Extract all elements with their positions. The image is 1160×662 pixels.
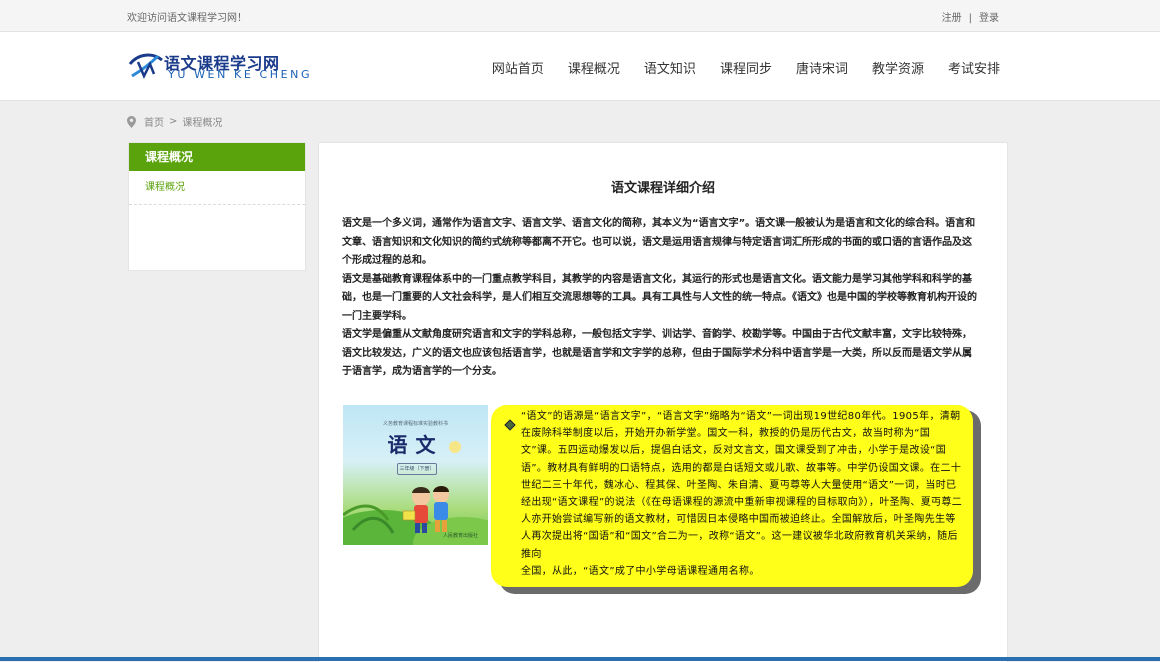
welcome-text: 欢迎访问语文课程学习网！ [127, 13, 247, 24]
nav-chinese-knowledge[interactable]: 语文知识 [644, 58, 696, 77]
breadcrumb-current: 课程概况 [182, 118, 223, 129]
history-note-box: “语文”的语源是“语言文字”，“语言文字”缩略为“语文”一词出现19世纪80年代… [491, 405, 973, 587]
article-paragraph: 语文学是偏重从文献角度研究语言和文字的学科总称，一般包括文字学、训诂学、音韵学、… [342, 329, 972, 377]
window-bottom-edge [0, 657, 1160, 661]
breadcrumb: 首页 > 课程概况 [127, 114, 222, 129]
sidebar-item-course-overview[interactable]: 课程概况 [129, 171, 305, 205]
article-paragraph: 语文是一个多义词，通常作为语言文字、语言文学、语言文化的简称，其本义为“语言文字… [342, 218, 976, 266]
logo-swirl-icon [128, 53, 163, 79]
book-title: 语文 [387, 433, 444, 457]
article-paragraph: 语文是基础教育课程体系中的一门重点教学科目，其教学的内容是语言文化，其运行的形式… [342, 273, 977, 322]
sidebar: 课程概况 课程概况 [128, 142, 306, 271]
location-pin-icon [127, 115, 136, 128]
note-line: “语文”的语源是“语言文字”，“语言文字”缩略为“语文”一词出现19世纪80年代… [521, 411, 963, 560]
book-grade: 三年级（下册） [397, 463, 437, 475]
logo-title-en: YU WEN KE CHENG [168, 68, 313, 81]
auth-separator: | [968, 13, 972, 24]
nav-home[interactable]: 网站首页 [492, 58, 544, 77]
nav-teaching-resources[interactable]: 教学资源 [872, 58, 924, 77]
book-publisher: 人民教育出版社 [442, 533, 478, 539]
register-link[interactable]: 注册 [942, 13, 962, 24]
auth-links: 注册 | 登录 [942, 9, 999, 24]
diamond-bullet-icon [504, 419, 516, 431]
site-logo[interactable]: 语文课程学习网 YU WEN KE CHENG [128, 48, 310, 84]
history-note-text: “语文”的语源是“语言文字”，“语言文字”缩略为“语文”一词出现19世纪80年代… [521, 408, 963, 580]
nav-exam-schedule[interactable]: 考试安排 [948, 58, 1000, 77]
article-title: 语文课程详细介绍 [610, 181, 715, 196]
note-line: 全国，从此，“语文”成了中小学母语课程通用名称。 [521, 565, 760, 577]
breadcrumb-separator: > [169, 116, 178, 127]
sidebar-title: 课程概况 [129, 143, 305, 171]
nav-course-overview[interactable]: 课程概况 [568, 58, 620, 77]
main-nav: 网站首页 课程概况 语文知识 课程同步 唐诗宋词 教学资源 考试安排 [492, 58, 1000, 77]
book-publisher-line: 义务教育课程标准实验教科书 [382, 421, 448, 427]
breadcrumb-home[interactable]: 首页 [144, 114, 164, 129]
nav-course-sync[interactable]: 课程同步 [720, 58, 772, 77]
main-content: 语文课程详细介绍 语文是一个多义词，通常作为语言文字、语言文学、语言文化的简称，… [318, 142, 1008, 662]
top-bar: 欢迎访问语文课程学习网！ 注册 | 登录 [0, 0, 1160, 32]
textbook-cover-image: 义务教育课程标准实验教科书 语文 三年级（下册） 人民教育出版社 [343, 405, 488, 545]
site-header: 语文课程学习网 YU WEN KE CHENG 网站首页 课程概况 语文知识 课… [0, 32, 1160, 101]
article-body: 语文是一个多义词，通常作为语言文字、语言文学、语言文化的简称，其本义为“语言文字… [342, 215, 978, 382]
login-link[interactable]: 登录 [979, 13, 999, 24]
nav-poetry[interactable]: 唐诗宋词 [796, 58, 848, 77]
